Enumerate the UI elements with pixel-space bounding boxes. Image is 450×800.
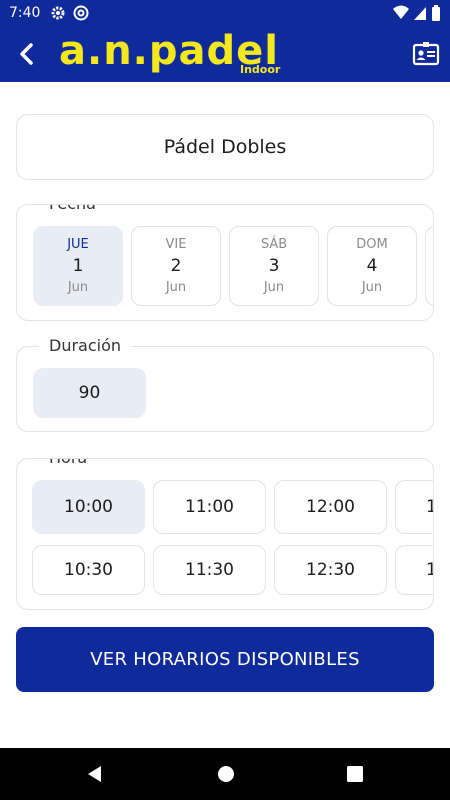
date-label: Fecha <box>39 205 106 214</box>
time-slot-label: 11:30 <box>185 560 234 580</box>
wifi-icon <box>393 5 409 19</box>
at-icon <box>73 5 89 21</box>
booking-content: Pádel Dobles Fecha JUE 1 Jun VIE 2 Jun S… <box>0 82 450 748</box>
battery-icon <box>432 5 440 21</box>
time-slot-1000[interactable]: 10:00 <box>32 480 145 534</box>
time-slot-label: 11:00 <box>185 497 234 517</box>
gear-icon <box>51 6 65 20</box>
back-arrow-icon[interactable] <box>14 41 40 67</box>
day-month: Jun <box>165 280 187 295</box>
duration-option[interactable]: 90 <box>33 368 146 418</box>
day-number: 2 <box>170 256 182 276</box>
activity-card[interactable]: Pádel Dobles <box>16 114 434 180</box>
date-option-dom[interactable]: DOM 4 Jun <box>327 226 417 306</box>
time-slot-1230[interactable]: 12:30 <box>274 545 387 595</box>
day-name: SÁB <box>260 237 288 252</box>
logo-sub-text: Indoor <box>240 63 281 76</box>
date-option-jue[interactable]: JUE 1 Jun <box>33 226 123 306</box>
day-name: DOM <box>356 237 388 252</box>
back-triangle-icon[interactable] <box>85 764 105 784</box>
date-option-vie[interactable]: VIE 2 Jun <box>131 226 221 306</box>
system-nav-bar <box>0 748 450 800</box>
time-slot-label: 1 <box>426 497 433 517</box>
day-name: JUE <box>67 237 89 252</box>
activity-name: Pádel Dobles <box>163 136 287 158</box>
time-slot-label: 10:30 <box>64 560 113 580</box>
day-month: Jun <box>263 280 285 295</box>
time-label: Hora <box>39 459 98 468</box>
day-name: VIE <box>165 237 187 252</box>
id-card-icon[interactable] <box>412 40 440 68</box>
recents-square-icon[interactable] <box>345 764 365 784</box>
signal-icon <box>414 7 426 20</box>
duration-label: Duración <box>39 336 132 356</box>
time-slot-label: 12:30 <box>306 560 355 580</box>
day-month: Jun <box>361 280 383 295</box>
view-availability-button[interactable]: VER HORARIOS DISPONIBLES <box>16 627 434 692</box>
date-option-sab[interactable]: SÁB 3 Jun <box>229 226 319 306</box>
day-number: 4 <box>366 256 378 276</box>
time-slot-1100[interactable]: 11:00 <box>153 480 266 534</box>
time-slot-next[interactable]: 1 <box>395 480 433 534</box>
duration-value: 90 <box>78 383 101 403</box>
day-number: 1 <box>72 256 84 276</box>
time-slot-next-2[interactable]: 1 <box>395 545 433 595</box>
time-section: Hora 10:00 11:00 12:00 1 10:30 11:30 12:… <box>16 458 434 610</box>
duration-section: Duración 90 <box>16 336 434 432</box>
time-slot-label: 10:00 <box>64 497 113 517</box>
date-section: Fecha JUE 1 Jun VIE 2 Jun SÁB 3 Jun DOM … <box>16 204 434 321</box>
app-logo: a.n.padel Indoor <box>56 26 286 82</box>
status-bar: 7:40 <box>0 0 450 26</box>
time-slot-1130[interactable]: 11:30 <box>153 545 266 595</box>
day-number: 3 <box>268 256 280 276</box>
status-time: 7:40 <box>9 5 41 21</box>
time-slot-1200[interactable]: 12:00 <box>274 480 387 534</box>
day-month: Jun <box>67 280 89 295</box>
time-slot-1030[interactable]: 10:30 <box>32 545 145 595</box>
time-slot-label: 12:00 <box>306 497 355 517</box>
time-slot-label: 1 <box>426 560 433 580</box>
home-circle-icon[interactable] <box>216 764 236 784</box>
view-availability-label: VER HORARIOS DISPONIBLES <box>90 649 360 670</box>
date-option-next[interactable] <box>425 226 433 306</box>
app-bar: a.n.padel Indoor <box>0 26 450 82</box>
